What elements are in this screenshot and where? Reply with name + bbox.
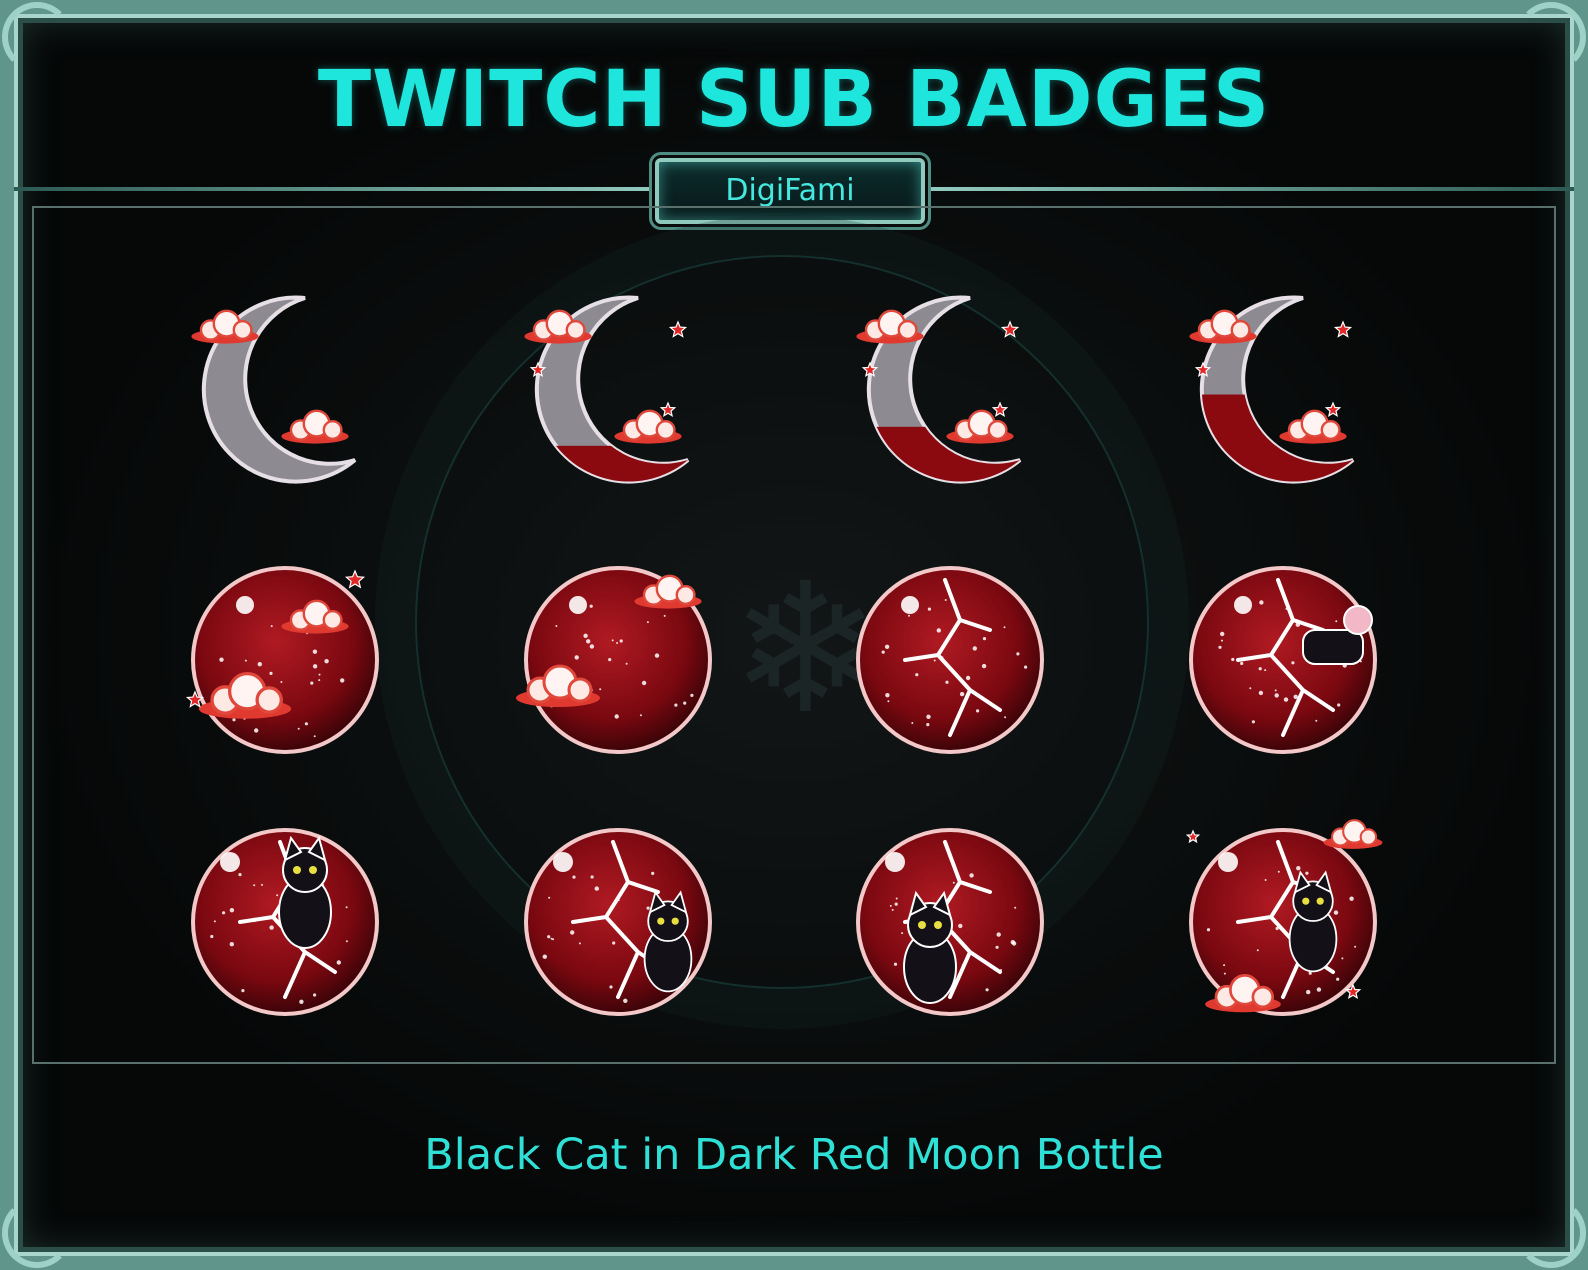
snowflake-icon: ❄ [730,545,881,754]
moon-bottle-icon [856,828,1044,1016]
badge-cat-sitting-in-moon [850,822,1050,1022]
badge-cat-climbing-out [185,822,385,1022]
badge-gibbous-half-liquid [1183,290,1383,490]
badge-full-red-moon [516,560,718,760]
badge-cat-standing-on-moon [1183,819,1383,1022]
badge-cracked-red-moon-cat-paw [1183,560,1383,760]
moon-bottle-icon [1189,566,1377,754]
corner-ornament-icon [1516,1198,1586,1268]
moon-bottle-icon [524,828,712,1016]
badge-cracked-red-moon [850,560,1050,760]
badge-cat-leaping-out [518,822,718,1022]
badge-crescent-empty [185,290,385,490]
page-title: TWITCH SUB BADGES [317,55,1271,145]
moon-bottle-icon [1185,819,1383,1016]
moon-bottle-icon [516,566,712,754]
corner-ornament-icon [2,1198,72,1268]
moon-bottle-icon [1189,295,1355,484]
moon-bottle-icon [191,295,357,484]
moon-bottle-icon [185,566,379,754]
footer-subtitle: Black Cat in Dark Red Moon Bottle [424,1130,1164,1180]
moon-bottle-icon [191,828,379,1016]
badge-half-moon-low-liquid [850,290,1050,490]
moon-bottle-icon [856,566,1044,754]
badge-full-red-moon-clouds [185,560,385,760]
moon-bottle-icon [856,295,1022,484]
badge-crescent-low-liquid [518,290,718,490]
moon-bottle-icon [524,295,690,484]
